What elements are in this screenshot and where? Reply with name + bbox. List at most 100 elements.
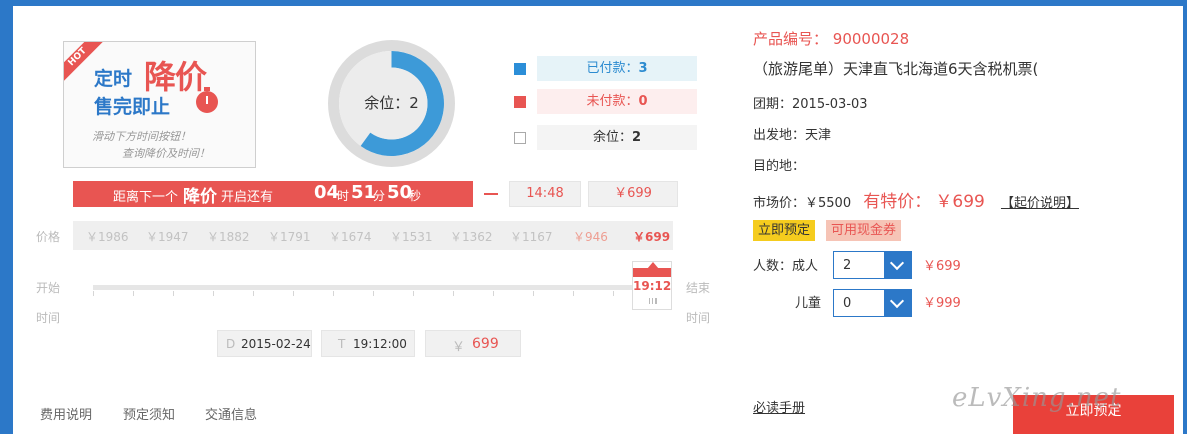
timeline-start-time-label: 时间 (36, 311, 61, 325)
stopwatch-icon (196, 87, 218, 113)
countdown-hours-unit: 时 (337, 189, 350, 203)
time-prefix: T (338, 337, 346, 351)
timeline-track[interactable] (93, 285, 653, 290)
price-step-current: ￥699 (633, 230, 671, 244)
countdown-highlight: 降价 (183, 187, 217, 207)
timeline-slider-handle[interactable]: 19:12 (632, 261, 672, 310)
must-read-link[interactable]: 必读手册 (753, 397, 805, 416)
left-border (0, 0, 13, 434)
timeline-tick (533, 291, 534, 296)
countdown-minutes-unit: 分 (373, 189, 386, 203)
group-date: 团期：2015-03-03 (753, 97, 868, 112)
selected-price: 699 (472, 336, 499, 352)
paid-label: 已付款： (586, 61, 639, 76)
tab-transport-info[interactable]: 交通信息 (205, 404, 257, 423)
slider-time: 19:12 (633, 279, 672, 293)
price-note-link[interactable]: 【起价说明】 (1001, 196, 1079, 211)
calendar-tip (647, 262, 659, 269)
product-page: HOT 定时 降价 售完即止 滑动下方时间按钮！ 查询降价及时间！ 余位：2 已… (0, 0, 1187, 434)
instant-booking-badge: 立即预定 (753, 220, 816, 241)
price-step: ￥1986 (86, 230, 129, 244)
watermark: eLvXing.net (952, 383, 1122, 413)
promo-line2: 售完即止 (94, 96, 171, 118)
countdown-suffix: 开启还有 (221, 190, 274, 205)
timeline-start-label: 开始 (36, 281, 61, 295)
price-step: ￥1362 (450, 230, 493, 244)
paid-swatch (514, 63, 526, 75)
timeline-tick (453, 291, 454, 296)
timeline-ticks (93, 291, 654, 297)
product-code-value: 90000028 (832, 30, 910, 48)
chevron-down-icon (884, 290, 911, 316)
price-step: ￥1167 (510, 230, 553, 244)
seats-remaining-label: 余位：2 (364, 94, 419, 112)
timeline-tick (293, 291, 294, 296)
price-step: ￥1531 (390, 230, 433, 244)
price-step: ￥946 (573, 230, 608, 244)
timeline-tick (493, 291, 494, 296)
next-discount-price: ￥699 (588, 181, 678, 207)
countdown-separator (484, 193, 498, 195)
remaining-box: 余位：2 (537, 125, 697, 150)
product-code-label: 产品编号： (753, 30, 829, 48)
child-count: 0 (843, 296, 852, 311)
selected-time: 19:12:00 (353, 337, 407, 351)
price-line: 市场价：￥5500 有特价： ￥699 【起价说明】 (753, 187, 1079, 212)
price-step: ￥1882 (207, 230, 250, 244)
special-price-label: 有特价： (863, 192, 932, 212)
countdown-prefix: 距离下一个 (113, 190, 179, 205)
unpaid-count: 0 (638, 94, 648, 109)
unpaid-box: 未付款：0 (537, 89, 697, 114)
child-count-select[interactable]: 0 (833, 289, 912, 317)
timeline-tick (613, 291, 614, 296)
product-code: 产品编号： 90000028 (753, 28, 909, 49)
promo-line1a: 定时 (94, 68, 133, 90)
selected-time-box: T 19:12:00 (321, 330, 415, 357)
next-discount-time: 14:48 (509, 181, 581, 207)
chevron-down-icon (884, 252, 911, 278)
remaining-count: 2 (631, 130, 642, 145)
legend-unpaid: 未付款：0 (514, 89, 698, 114)
tab-booking-notes[interactable]: 预定须知 (123, 404, 175, 423)
price-prefix: ￥ (452, 340, 466, 355)
unpaid-label: 未付款： (586, 94, 639, 109)
special-price: ￥699 (935, 192, 985, 212)
selected-date-box: D 2015-02-24 (217, 330, 312, 357)
price-steps-strip: ￥1986 ￥1947 ￥1882 ￥1791 ￥1674 ￥1531 ￥136… (73, 221, 673, 250)
remaining-swatch (514, 132, 526, 144)
calendar-top (633, 268, 671, 277)
tab-fee-info[interactable]: 费用说明 (40, 404, 92, 423)
date-prefix: D (226, 337, 236, 351)
child-price: ￥999 (923, 296, 961, 311)
timeline-tick (253, 291, 254, 296)
paid-count: 3 (638, 61, 648, 76)
right-border (1183, 0, 1187, 434)
paid-box: 已付款：3 (537, 56, 697, 81)
timeline-end-time-label: 时间 (686, 311, 711, 325)
timeline-tick (573, 291, 574, 296)
child-label: 儿童 (795, 296, 822, 311)
timeline-tick (173, 291, 174, 296)
timeline-tick (413, 291, 414, 296)
timed-discount-card: HOT 定时 降价 售完即止 滑动下方时间按钮！ 查询降价及时间！ (63, 41, 256, 168)
unpaid-swatch (514, 96, 526, 108)
price-row-label: 价格 (36, 230, 61, 244)
timeline-tick (213, 291, 214, 296)
next-discount-countdown: 距离下一个 降价 开启还有 04 时 51 分 50 秒 (73, 181, 473, 207)
cash-coupon-badge: 可用现金券 (826, 220, 902, 241)
destination: 目的地： (753, 159, 806, 174)
promo-hint2: 查询降价及时间！ (122, 147, 210, 160)
timeline-tick (93, 291, 94, 296)
remaining-label: 余位： (592, 130, 632, 145)
adult-price: ￥699 (923, 259, 961, 274)
price-step: ￥1674 (329, 230, 372, 244)
adult-count-select[interactable]: 2 (833, 251, 912, 279)
countdown-seconds-unit: 秒 (409, 189, 422, 203)
selected-price-box: ￥ 699 (425, 330, 521, 357)
price-step: ￥1947 (146, 230, 189, 244)
grip-icon (649, 298, 657, 304)
departure: 出发地：天津 (753, 128, 832, 143)
price-step: ￥1791 (268, 230, 311, 244)
legend-remaining: 余位：2 (514, 125, 698, 150)
product-title: （旅游尾单）天津直飞北海道6天含税机票( (753, 60, 1039, 78)
